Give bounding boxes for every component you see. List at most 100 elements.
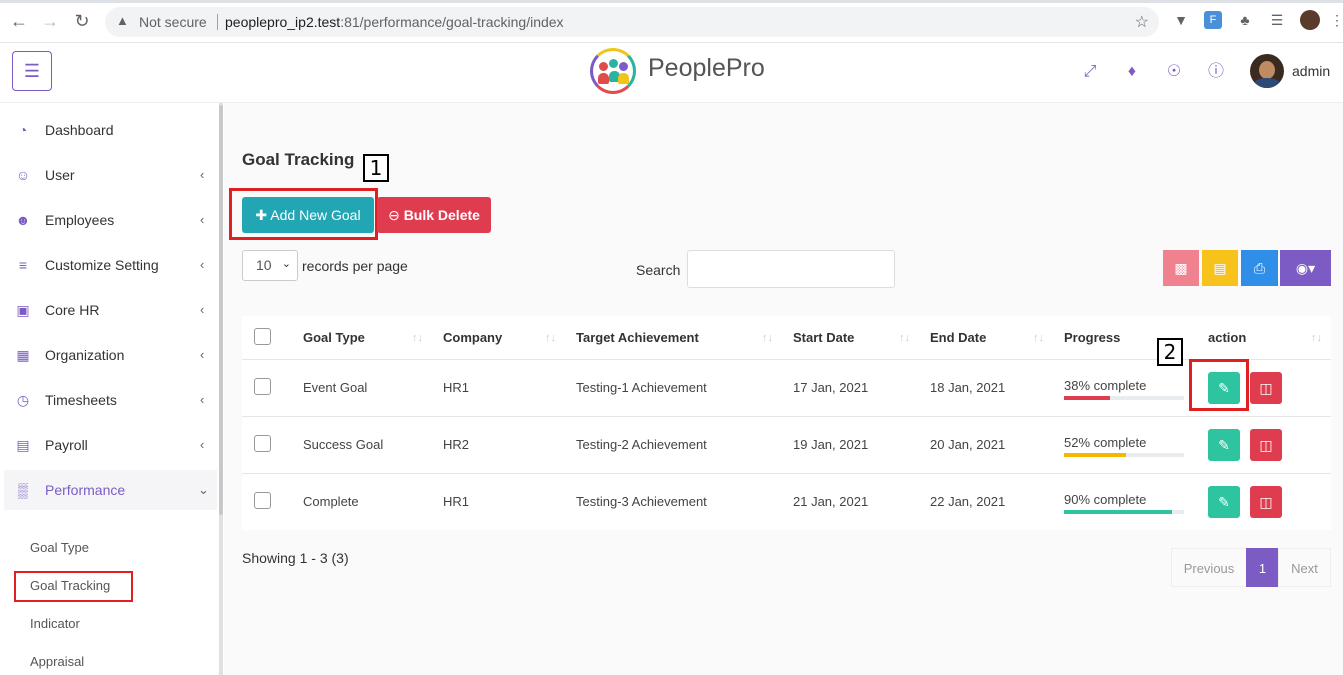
select-all-checkbox[interactable] [254, 328, 271, 345]
pagination-previous[interactable]: Previous [1171, 548, 1247, 587]
column-header-end-date[interactable]: End Date [930, 330, 986, 345]
column-header-target-achievement[interactable]: Target Achievement [576, 330, 699, 345]
address-bar[interactable]: ▲ Not secure peoplepro_ip2.test:81/perfo… [105, 7, 1159, 37]
pdf-file-icon: ▩ [1174, 260, 1188, 276]
sidebar-item-customize-setting[interactable]: ≡ Customize Setting ‹ [0, 245, 218, 285]
chevron-left-icon: ‹ [200, 392, 205, 407]
submenu-goal-type[interactable]: Goal Type [30, 540, 89, 555]
showing-info: Showing 1 - 3 (3) [242, 550, 349, 566]
fullscreen-icon[interactable]: ⤢ [1080, 62, 1100, 82]
bar-chart-icon: ▒ [18, 482, 28, 498]
progress-bar-fill [1064, 396, 1110, 400]
records-per-page-label: records per page [302, 258, 408, 274]
extension-f-icon[interactable]: F [1204, 11, 1222, 29]
chevron-left-icon: ‹ [200, 347, 205, 362]
delete-button[interactable]: ◫ [1250, 486, 1282, 518]
search-input[interactable] [687, 250, 895, 288]
chevron-left-icon: ‹ [200, 257, 205, 272]
delete-button[interactable]: ◫ [1250, 429, 1282, 461]
delete-button[interactable]: ◫ [1250, 372, 1282, 404]
bell-icon[interactable]: ♦ [1122, 62, 1142, 82]
briefcase-icon: ▣ [16, 302, 30, 318]
sidebar-item-organization[interactable]: ▦ Organization ‹ [0, 335, 218, 375]
extension-v-icon[interactable]: ▼ [1172, 11, 1190, 29]
cell-target: Testing-2 Achievement [576, 437, 707, 452]
cell-start-date: 21 Jan, 2021 [793, 494, 869, 509]
submenu-indicator[interactable]: Indicator [30, 616, 80, 631]
sidebar-item-employees[interactable]: ☻ Employees ‹ [0, 200, 218, 240]
sidebar-item-timesheets[interactable]: ◷ Timesheets ‹ [0, 380, 218, 420]
chevron-down-icon: ⌄ [198, 482, 209, 497]
sort-icon[interactable]: ↑↓ [899, 332, 910, 344]
column-header-company[interactable]: Company [443, 330, 502, 345]
sidebar-item-user[interactable]: ☺ User ‹ [0, 155, 218, 195]
page-title: Goal Tracking [242, 150, 355, 169]
menu-toggle-button[interactable]: ☰ [12, 51, 52, 91]
edit-button[interactable]: ✎ [1208, 429, 1240, 461]
row-checkbox[interactable] [254, 492, 271, 509]
profile-avatar-icon[interactable] [1300, 10, 1320, 30]
sidebar-item-label: Core HR [45, 302, 100, 318]
sidebar-item-dashboard[interactable]: ◔ Dashboard [0, 110, 218, 150]
print-button[interactable]: ⎙ [1241, 250, 1278, 286]
row-checkbox[interactable] [254, 378, 271, 395]
info-icon[interactable]: ⓘ [1206, 62, 1226, 82]
progress-bar [1064, 453, 1184, 457]
sidebar-item-performance[interactable]: ▒ Performance ⌄ [4, 470, 217, 510]
peoplepro-logo [590, 48, 636, 94]
sidebar-scrollbar[interactable] [219, 103, 223, 675]
sort-icon[interactable]: ↑↓ [762, 332, 773, 344]
sidebar-item-label: Customize Setting [45, 257, 159, 273]
sidebar-item-payroll[interactable]: ▤ Payroll ‹ [0, 425, 218, 465]
sidebar-item-label: Organization [45, 347, 125, 363]
sort-icon[interactable]: ↑↓ [1311, 332, 1322, 344]
add-new-goal-button[interactable]: ✚ Add New Goal [242, 197, 374, 233]
cell-end-date: 18 Jan, 2021 [930, 380, 1006, 395]
user-avatar[interactable] [1250, 54, 1284, 88]
row-divider [242, 416, 1331, 417]
export-csv-button[interactable]: ▤ [1202, 250, 1238, 286]
grid-icon: ▦ [16, 347, 30, 363]
browser-menu-icon[interactable]: ⋮ [1328, 11, 1343, 29]
trash-icon: ◫ [1259, 494, 1273, 510]
submenu-appraisal[interactable]: Appraisal [30, 654, 84, 669]
warning-icon: ▲ [116, 13, 129, 28]
column-header-goal-type[interactable]: Goal Type [303, 330, 365, 345]
extensions-puzzle-icon[interactable]: ♣ [1236, 11, 1254, 29]
cell-goal-type: Complete [303, 494, 359, 509]
column-visibility-button[interactable]: ◉▾ [1280, 250, 1331, 286]
bookmark-star-icon[interactable]: ☆ [1135, 12, 1149, 32]
tab-strip [0, 0, 1343, 3]
sidebar-scrollbar-thumb[interactable] [219, 105, 223, 515]
user-name[interactable]: admin [1292, 63, 1330, 79]
media-queue-icon[interactable]: ☰ [1268, 11, 1286, 29]
sidebar-item-core-hr[interactable]: ▣ Core HR ‹ [0, 290, 218, 330]
cell-end-date: 22 Jan, 2021 [930, 494, 1006, 509]
plus-icon: ✚ [255, 207, 268, 223]
progress-label: 38% complete [1064, 378, 1147, 393]
sidebar-item-label: Employees [45, 212, 115, 228]
sort-icon[interactable]: ↑↓ [412, 332, 423, 344]
globe-icon[interactable]: ☉ [1164, 62, 1184, 82]
sidebar-item-label: Performance [45, 482, 126, 498]
sliders-icon: ≡ [18, 257, 28, 273]
highlight-goal-tracking [14, 571, 133, 602]
back-icon[interactable]: ← [9, 11, 29, 31]
forward-icon[interactable]: → [40, 11, 60, 31]
callout-1: 1 [363, 154, 389, 182]
sort-icon[interactable]: ↑↓ [1033, 332, 1044, 344]
column-header-action[interactable]: action [1208, 330, 1246, 345]
user-icon: ☺ [15, 167, 31, 183]
reload-icon[interactable]: ↻ [72, 11, 92, 31]
bulk-delete-button[interactable]: ⊖ Bulk Delete [377, 197, 491, 233]
row-checkbox[interactable] [254, 435, 271, 452]
edit-button[interactable]: ✎ [1208, 486, 1240, 518]
cell-goal-type: Success Goal [303, 437, 384, 452]
export-pdf-button[interactable]: ▩ [1163, 250, 1199, 286]
pagination-next[interactable]: Next [1278, 548, 1331, 587]
sort-icon[interactable]: ↑↓ [545, 332, 556, 344]
pagination-page-1[interactable]: 1 [1246, 548, 1279, 587]
column-header-start-date[interactable]: Start Date [793, 330, 854, 345]
records-per-page-select[interactable]: 10 ⌄ [242, 250, 298, 281]
column-header-progress[interactable]: Progress [1064, 330, 1120, 345]
